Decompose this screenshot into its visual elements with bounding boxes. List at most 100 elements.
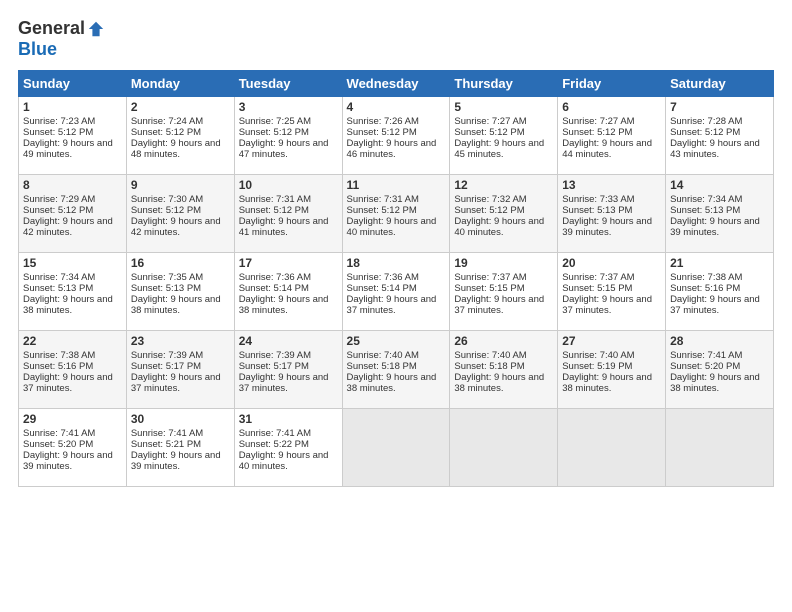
day-number: 29 xyxy=(23,412,122,426)
daylight-text: Daylight: 9 hours and 37 minutes. xyxy=(347,294,437,316)
sunset-text: Sunset: 5:13 PM xyxy=(23,283,93,294)
day-number: 5 xyxy=(454,100,553,114)
daylight-text: Daylight: 9 hours and 37 minutes. xyxy=(239,372,329,394)
daylight-text: Daylight: 9 hours and 43 minutes. xyxy=(670,138,760,160)
day-number: 2 xyxy=(131,100,230,114)
sunset-text: Sunset: 5:21 PM xyxy=(131,439,201,450)
day-number: 30 xyxy=(131,412,230,426)
calendar-cell: 6Sunrise: 7:27 AMSunset: 5:12 PMDaylight… xyxy=(558,97,666,175)
sunrise-text: Sunrise: 7:30 AM xyxy=(131,194,203,205)
daylight-text: Daylight: 9 hours and 39 minutes. xyxy=(23,450,113,472)
calendar-week-row: 1Sunrise: 7:23 AMSunset: 5:12 PMDaylight… xyxy=(19,97,774,175)
calendar-cell: 14Sunrise: 7:34 AMSunset: 5:13 PMDayligh… xyxy=(666,175,774,253)
sunset-text: Sunset: 5:15 PM xyxy=(454,283,524,294)
daylight-text: Daylight: 9 hours and 49 minutes. xyxy=(23,138,113,160)
calendar-week-row: 22Sunrise: 7:38 AMSunset: 5:16 PMDayligh… xyxy=(19,331,774,409)
calendar-cell: 22Sunrise: 7:38 AMSunset: 5:16 PMDayligh… xyxy=(19,331,127,409)
sunset-text: Sunset: 5:15 PM xyxy=(562,283,632,294)
day-number: 14 xyxy=(670,178,769,192)
calendar-cell: 10Sunrise: 7:31 AMSunset: 5:12 PMDayligh… xyxy=(234,175,342,253)
calendar-cell: 3Sunrise: 7:25 AMSunset: 5:12 PMDaylight… xyxy=(234,97,342,175)
logo: General Blue xyxy=(18,18,105,60)
day-number: 21 xyxy=(670,256,769,270)
daylight-text: Daylight: 9 hours and 40 minutes. xyxy=(347,216,437,238)
day-number: 6 xyxy=(562,100,661,114)
calendar-cell xyxy=(450,409,558,487)
day-number: 17 xyxy=(239,256,338,270)
day-number: 8 xyxy=(23,178,122,192)
day-header: Monday xyxy=(126,71,234,97)
day-number: 25 xyxy=(347,334,446,348)
calendar-body: 1Sunrise: 7:23 AMSunset: 5:12 PMDaylight… xyxy=(19,97,774,487)
calendar-cell: 1Sunrise: 7:23 AMSunset: 5:12 PMDaylight… xyxy=(19,97,127,175)
calendar-cell: 24 Sunrise: 7:39 AMSunset: 5:17 PMDayligh… xyxy=(234,331,342,409)
sunrise-text: Sunrise: 7:34 AM xyxy=(23,272,95,283)
daylight-text: Daylight: 9 hours and 46 minutes. xyxy=(347,138,437,160)
calendar-cell: 29Sunrise: 7:41 AMSunset: 5:20 PMDayligh… xyxy=(19,409,127,487)
sunset-text: Sunset: 5:13 PM xyxy=(131,283,201,294)
sunset-text: Sunset: 5:22 PM xyxy=(239,439,309,450)
sunrise-text: Sunrise: 7:40 AM xyxy=(562,350,634,361)
sunset-text: Sunset: 5:13 PM xyxy=(670,205,740,216)
sunrise-text: Sunrise: 7:41 AM xyxy=(23,428,95,439)
sunset-text: Sunset: 5:16 PM xyxy=(23,361,93,372)
daylight-text: Daylight: 9 hours and 39 minutes. xyxy=(562,216,652,238)
sunrise-text: Sunrise: 7:27 AM xyxy=(454,116,526,127)
calendar-cell: 17 Sunrise: 7:36 AMSunset: 5:14 PMDayligh… xyxy=(234,253,342,331)
calendar-cell: 21Sunrise: 7:38 AMSunset: 5:16 PMDayligh… xyxy=(666,253,774,331)
sunrise-text: Sunrise: 7:36 AM xyxy=(239,272,311,283)
sunrise-text: Sunrise: 7:38 AM xyxy=(670,272,742,283)
daylight-text: Daylight: 9 hours and 48 minutes. xyxy=(131,138,221,160)
calendar-cell: 9Sunrise: 7:30 AMSunset: 5:12 PMDaylight… xyxy=(126,175,234,253)
sunrise-text: Sunrise: 7:37 AM xyxy=(562,272,634,283)
day-number: 4 xyxy=(347,100,446,114)
calendar-cell: 5Sunrise: 7:27 AMSunset: 5:12 PMDaylight… xyxy=(450,97,558,175)
day-header: Wednesday xyxy=(342,71,450,97)
calendar-container: General Blue SundayMondayTuesdayWednesda… xyxy=(0,0,792,497)
sunset-text: Sunset: 5:12 PM xyxy=(562,127,632,138)
sunrise-text: Sunrise: 7:39 AM xyxy=(239,350,311,361)
daylight-text: Daylight: 9 hours and 37 minutes. xyxy=(670,294,760,316)
calendar-cell: 18Sunrise: 7:36 AMSunset: 5:14 PMDayligh… xyxy=(342,253,450,331)
sunset-text: Sunset: 5:20 PM xyxy=(670,361,740,372)
daylight-text: Daylight: 9 hours and 37 minutes. xyxy=(562,294,652,316)
day-number: 24 xyxy=(239,334,338,348)
sunset-text: Sunset: 5:12 PM xyxy=(131,127,201,138)
sunset-text: Sunset: 5:14 PM xyxy=(239,283,309,294)
sunset-text: Sunset: 5:12 PM xyxy=(670,127,740,138)
daylight-text: Daylight: 9 hours and 40 minutes. xyxy=(239,450,329,472)
sunrise-text: Sunrise: 7:38 AM xyxy=(23,350,95,361)
calendar-cell: 12Sunrise: 7:32 AMSunset: 5:12 PMDayligh… xyxy=(450,175,558,253)
sunrise-text: Sunrise: 7:23 AM xyxy=(23,116,95,127)
calendar-cell: 27Sunrise: 7:40 AMSunset: 5:19 PMDayligh… xyxy=(558,331,666,409)
day-number: 26 xyxy=(454,334,553,348)
calendar-cell: 7Sunrise: 7:28 AMSunset: 5:12 PMDaylight… xyxy=(666,97,774,175)
calendar-cell: 23Sunrise: 7:39 AMSunset: 5:17 PMDayligh… xyxy=(126,331,234,409)
calendar-cell: 13Sunrise: 7:33 AMSunset: 5:13 PMDayligh… xyxy=(558,175,666,253)
calendar-cell xyxy=(666,409,774,487)
sunrise-text: Sunrise: 7:41 AM xyxy=(131,428,203,439)
sunset-text: Sunset: 5:17 PM xyxy=(239,361,309,372)
sunset-text: Sunset: 5:14 PM xyxy=(347,283,417,294)
daylight-text: Daylight: 9 hours and 41 minutes. xyxy=(239,216,329,238)
day-header: Thursday xyxy=(450,71,558,97)
logo-general-text: General xyxy=(18,18,85,39)
sunrise-text: Sunrise: 7:40 AM xyxy=(454,350,526,361)
day-number: 20 xyxy=(562,256,661,270)
day-header: Tuesday xyxy=(234,71,342,97)
daylight-text: Daylight: 9 hours and 38 minutes. xyxy=(562,372,652,394)
calendar-cell: 4Sunrise: 7:26 AMSunset: 5:12 PMDaylight… xyxy=(342,97,450,175)
sunset-text: Sunset: 5:12 PM xyxy=(23,205,93,216)
days-header-row: SundayMondayTuesdayWednesdayThursdayFrid… xyxy=(19,71,774,97)
daylight-text: Daylight: 9 hours and 42 minutes. xyxy=(23,216,113,238)
daylight-text: Daylight: 9 hours and 39 minutes. xyxy=(131,450,221,472)
sunrise-text: Sunrise: 7:40 AM xyxy=(347,350,419,361)
daylight-text: Daylight: 9 hours and 39 minutes. xyxy=(670,216,760,238)
sunrise-text: Sunrise: 7:31 AM xyxy=(347,194,419,205)
calendar-cell: 8Sunrise: 7:29 AMSunset: 5:12 PMDaylight… xyxy=(19,175,127,253)
calendar-cell: 15Sunrise: 7:34 AMSunset: 5:13 PMDayligh… xyxy=(19,253,127,331)
calendar-cell: 31Sunrise: 7:41 AMSunset: 5:22 PMDayligh… xyxy=(234,409,342,487)
daylight-text: Daylight: 9 hours and 38 minutes. xyxy=(239,294,329,316)
day-number: 11 xyxy=(347,178,446,192)
sunset-text: Sunset: 5:12 PM xyxy=(131,205,201,216)
